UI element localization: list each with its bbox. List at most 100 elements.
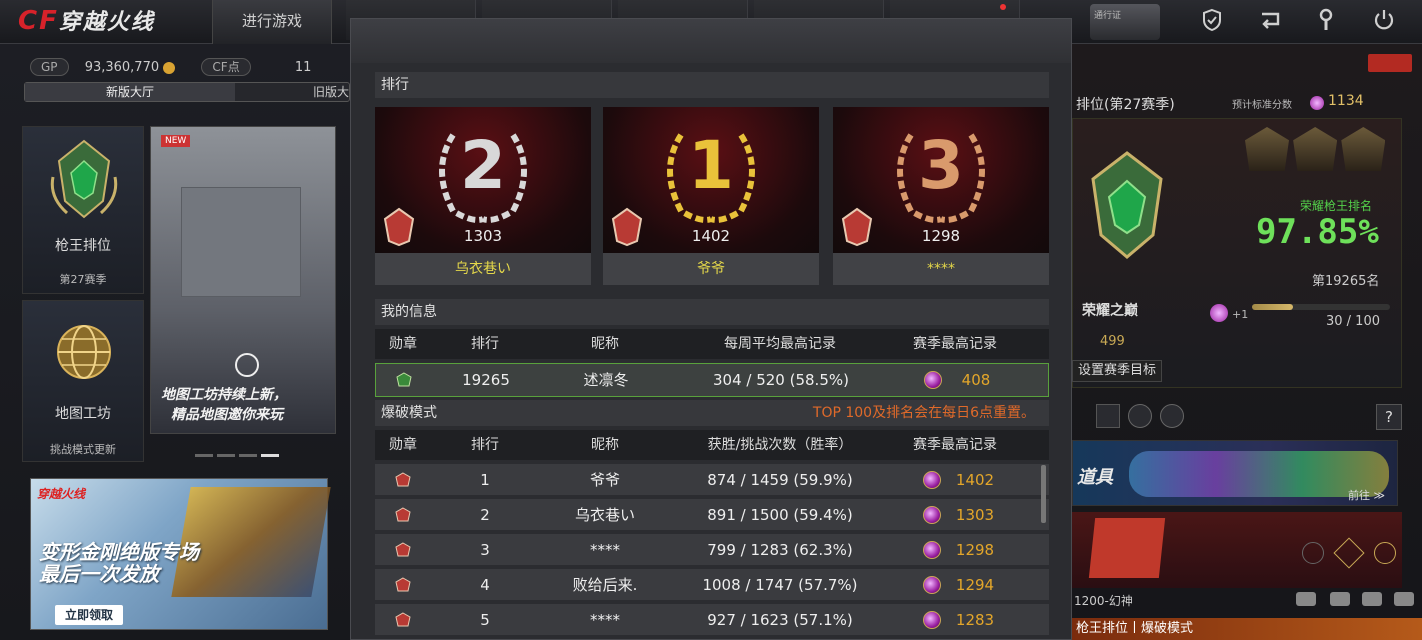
play-game-button[interactable]: 进行游戏 <box>212 0 332 44</box>
row-record: 891 / 1500 (59.4%) <box>707 506 853 524</box>
badge-icon[interactable] <box>1128 404 1152 428</box>
my-nickname: 述凛冬 <box>583 371 629 389</box>
podium-name: 乌衣巷い <box>375 253 591 285</box>
item-more-link[interactable]: 前往 ≫ <box>1348 487 1385 503</box>
rank-season-title: 排位(第27赛季) <box>1076 97 1175 113</box>
table-row[interactable]: 1 爷爷 874 / 1459 (59.9%) 1402 <box>375 464 1049 496</box>
rank-emblem-icon <box>50 139 118 219</box>
game-logo: CF穿越火线 <box>18 6 155 36</box>
item-banner[interactable]: 道具 前往 ≫ <box>1072 440 1398 506</box>
gp-value: 93,360,770 <box>84 60 160 75</box>
medal-icon <box>395 612 411 627</box>
carousel-dots[interactable] <box>195 446 295 457</box>
medal-icon[interactable] <box>1160 404 1184 428</box>
claim-now-button[interactable]: 立即领取 <box>55 605 123 625</box>
header-nickname: 昵称 <box>591 437 619 453</box>
podium-rank-2[interactable]: 2 1303 乌衣巷い <box>375 107 591 285</box>
help-button[interactable]: ? <box>1376 404 1402 430</box>
tier-points: 499 <box>1100 334 1125 349</box>
row-record: 1008 / 1747 (57.7%) <box>702 576 858 594</box>
bag-icon[interactable] <box>1394 592 1414 606</box>
header-medal: 勋章 <box>389 336 417 352</box>
table-row[interactable]: 5 **** 927 / 1623 (57.1%) 1283 <box>375 604 1049 636</box>
record-icon[interactable] <box>1368 54 1412 72</box>
cf-label: CF点 <box>201 58 251 76</box>
tier-name: 荣耀之巅 <box>1082 303 1138 319</box>
row-rank: 3 <box>480 541 490 559</box>
podium-score: 1298 <box>921 227 961 245</box>
row-record: 799 / 1283 (62.3%) <box>707 541 853 559</box>
medal-icon <box>395 577 411 592</box>
zero-icon[interactable] <box>1302 542 1324 564</box>
map-card-title: 地图工坊 <box>55 406 111 422</box>
podium-name: **** <box>833 253 1049 285</box>
feature-icon-row <box>1072 402 1412 432</box>
podium-rank-number: 3 <box>918 127 964 204</box>
podium-rank-number: 1 <box>688 127 734 204</box>
item-label: 道具 <box>1077 467 1113 488</box>
table-row[interactable]: 2 乌衣巷い 891 / 1500 (59.4%) 1303 <box>375 499 1049 531</box>
rank-card[interactable]: 枪王排位 第27赛季 <box>22 126 144 294</box>
helmet-icon[interactable] <box>1296 592 1316 606</box>
rank-position: 第19265名 <box>1312 274 1380 289</box>
podium-rank-number: 2 <box>460 127 506 204</box>
banner-title: 变形金刚绝版专场 最后一次发放 <box>39 540 199 586</box>
score-label: 预计标准分数 <box>1232 100 1292 111</box>
my-season-record: 408 <box>961 371 991 389</box>
globe-icon <box>235 353 259 377</box>
armor-icon[interactable] <box>1330 592 1350 606</box>
cf-value: 11 <box>294 60 312 75</box>
medal-icons <box>1245 127 1395 177</box>
podium-score: 1402 <box>691 227 731 245</box>
rank-emblem-icon <box>1091 151 1163 259</box>
currency-bar: GP 93,360,770 CF点 11 <box>30 58 350 78</box>
map-promo-banner[interactable]: NEW 地图工坊持续上新， 精品地图邀你来玩 <box>150 126 336 434</box>
event-banner[interactable]: 穿越火线 变形金刚绝版专场 最后一次发放 立即领取 <box>30 478 331 630</box>
table-row[interactable]: 3 **** 799 / 1283 (62.3%) 1298 <box>375 534 1049 566</box>
row-season-record: 1402 <box>955 471 995 489</box>
old-hall-tab[interactable]: 旧版大 <box>240 83 360 101</box>
my-rank: 19265 <box>462 371 510 389</box>
notification-dot <box>1000 4 1006 10</box>
podium-rank-3[interactable]: 3 1298 **** <box>833 107 1049 285</box>
ept-icon[interactable] <box>1374 542 1396 564</box>
podium-name: 爷爷 <box>603 253 819 285</box>
globe-icon <box>57 325 111 379</box>
rank-card-subtitle: 第27赛季 <box>59 273 107 286</box>
season-progress-bar <box>1252 304 1390 310</box>
table-scrollbar[interactable] <box>1041 465 1046 523</box>
rank-card-title: 枪王排位 <box>55 238 111 254</box>
my-weekly-record: 304 / 520 (58.5%) <box>713 371 849 389</box>
gift-icon[interactable] <box>1096 404 1120 428</box>
row-rank: 5 <box>480 611 490 629</box>
map-workshop-card[interactable]: 地图工坊 挑战模式更新 <box>22 300 144 462</box>
glove-icon[interactable] <box>1362 592 1382 606</box>
pass-badge[interactable]: 通行证 <box>1090 4 1160 40</box>
row-record: 874 / 1459 (59.9%) <box>707 471 853 489</box>
podium-score: 1303 <box>463 227 503 245</box>
shield-icon[interactable] <box>1198 8 1226 36</box>
header-season: 赛季最高记录 <box>913 336 997 352</box>
promo-area <box>1072 512 1402 588</box>
header-weekly: 每周平均最高记录 <box>724 336 836 352</box>
banner-caption: 地图工坊持续上新， 精品地图邀你来玩 <box>161 387 287 423</box>
new-hall-tab[interactable]: 新版大厅 <box>25 83 235 101</box>
mode-bar[interactable]: 枪王排位丨爆破模式 <box>1072 618 1422 640</box>
power-icon[interactable] <box>1370 8 1398 36</box>
map-card-subtitle: 挑战模式更新 <box>50 443 116 456</box>
podium-rank-1[interactable]: 1 1402 爷爷 <box>603 107 819 285</box>
set-season-goal-button[interactable]: 设置赛季目标 <box>1072 360 1162 382</box>
coin-icon <box>163 61 176 74</box>
my-info-title: 我的信息 <box>375 299 1049 325</box>
row-season-record: 1283 <box>955 611 995 629</box>
return-icon[interactable] <box>1256 8 1284 36</box>
promo-image <box>1088 518 1166 578</box>
wrench-icon[interactable] <box>1312 8 1340 36</box>
diamond-icon[interactable] <box>1333 537 1365 569</box>
my-rank-row[interactable]: 19265 述凛冬 304 / 520 (58.5%) 408 <box>375 363 1049 397</box>
medal-icon <box>395 472 411 487</box>
points-orb-icon <box>1210 304 1228 322</box>
row-nickname: 乌衣巷い <box>574 506 635 524</box>
row-nickname: 爷爷 <box>589 471 620 489</box>
table-row[interactable]: 4 败给后来. 1008 / 1747 (57.7%) 1294 <box>375 569 1049 601</box>
